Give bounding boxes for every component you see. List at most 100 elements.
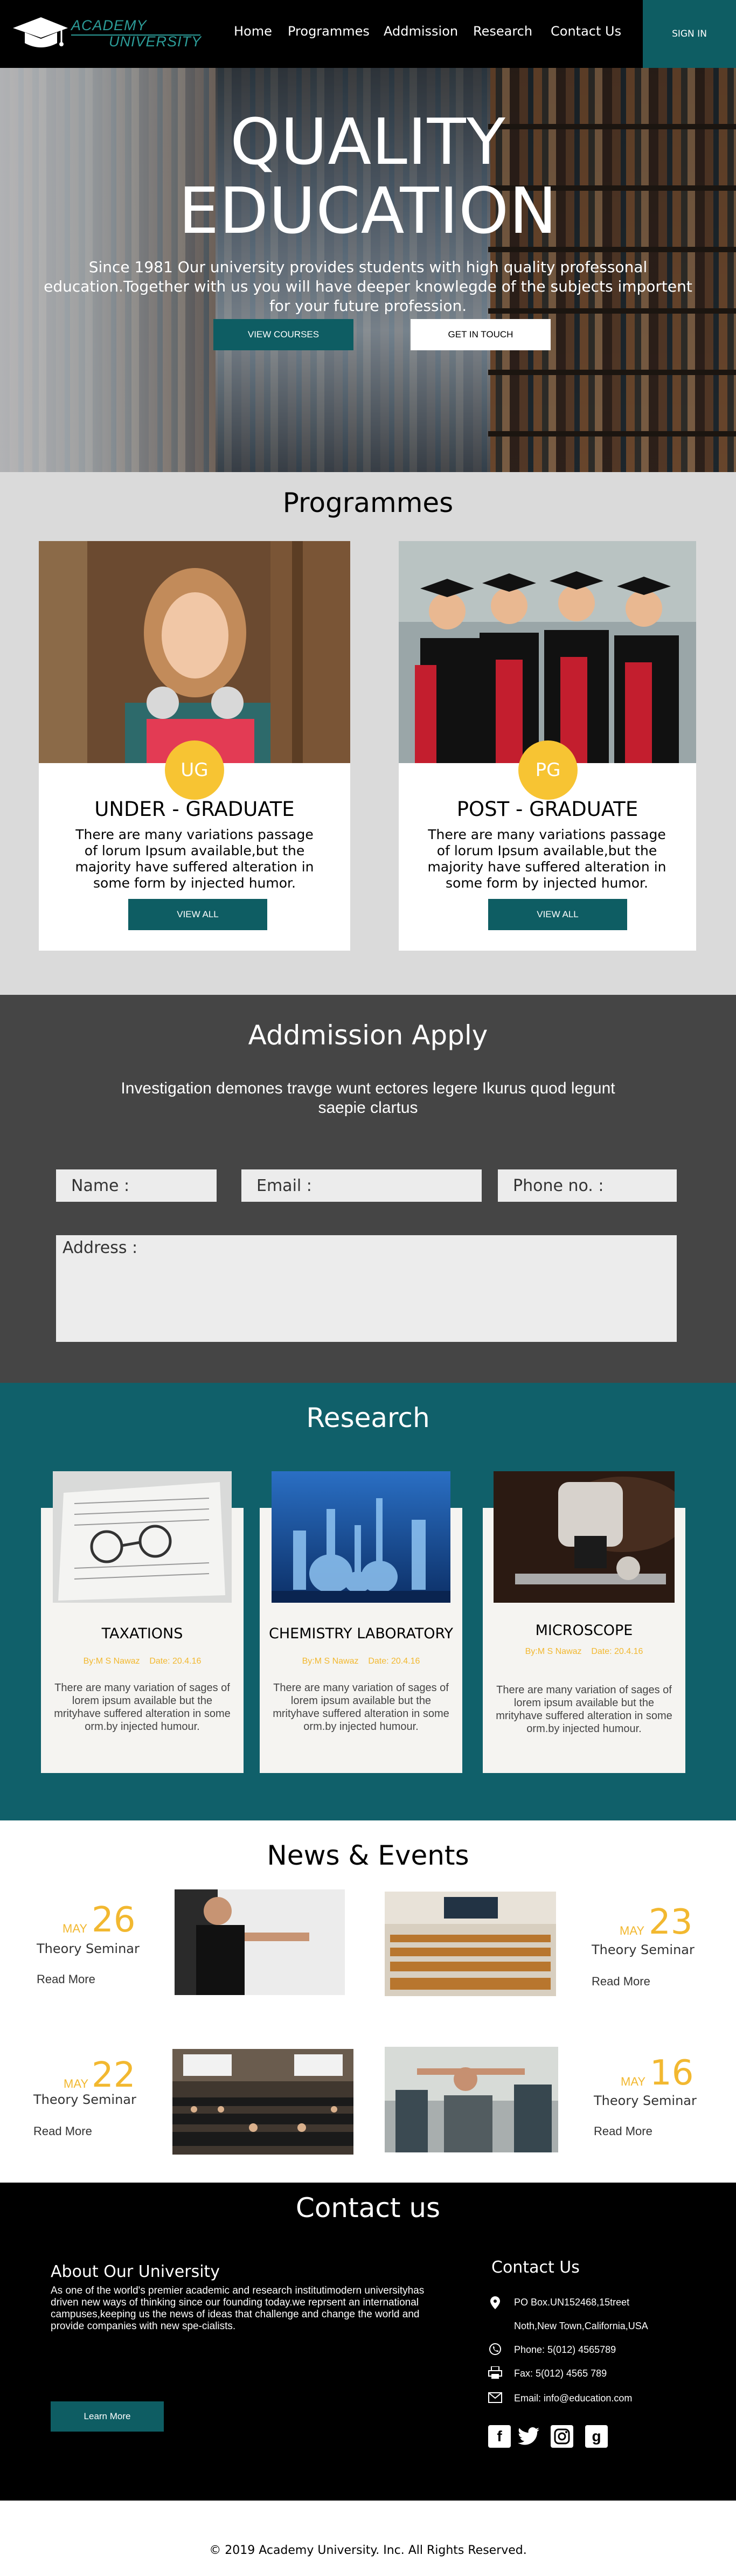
hero-banner: QUALITY EDUCATION Since 1981 Our univers… xyxy=(0,68,736,472)
contact-title: Contact us xyxy=(295,2192,441,2224)
news-date: MAY 22 xyxy=(38,2055,136,2095)
programmes-title: Programmes xyxy=(282,487,454,518)
research-title: Research xyxy=(306,1402,430,1434)
instagram-icon[interactable] xyxy=(551,2425,573,2448)
research-card-date: Date: 20.4.16 xyxy=(591,1647,643,1656)
get-in-touch-button[interactable]: GET IN TOUCH xyxy=(411,319,551,350)
research-card-date: Date: 20.4.16 xyxy=(149,1657,202,1666)
admission-title: Addmission Apply xyxy=(248,1020,488,1051)
view-all-ug-button[interactable]: VIEW ALL xyxy=(128,899,267,930)
news-month: MAY xyxy=(64,2077,89,2090)
chemistry-photo xyxy=(272,1471,450,1603)
contact-section: Contact us About Our University As one o… xyxy=(0,2183,736,2501)
programme-title: UNDER - GRADUATE xyxy=(94,798,295,821)
nav-contact[interactable]: Contact Us xyxy=(551,24,621,39)
top-navbar: ACADEMY UNIVERSITY Home Programmes Addmi… xyxy=(0,0,736,68)
teamwork-photo[interactable] xyxy=(385,2047,558,2152)
name-field[interactable] xyxy=(56,1169,217,1202)
phone-field[interactable] xyxy=(498,1169,677,1202)
contact-us-title: Contact Us xyxy=(491,2258,580,2277)
research-card-text: There are many variation of sages of lor… xyxy=(273,1682,449,1733)
location-pin-icon xyxy=(488,2296,502,2310)
view-all-pg-button[interactable]: VIEW ALL xyxy=(488,899,627,930)
nav-home[interactable]: Home xyxy=(234,24,272,39)
admission-section: Addmission Apply Investigation demones t… xyxy=(0,995,736,1383)
hero-title-line2: EDUCATION xyxy=(178,174,558,248)
pg-badge: PG xyxy=(518,740,578,800)
research-card-meta: By:M S Nawaz Date: 20.4.16 xyxy=(41,1657,244,1666)
fax-icon xyxy=(488,2366,502,2380)
research-card-text: There are many variation of sages of lor… xyxy=(54,1682,231,1733)
email-icon xyxy=(488,2391,502,2405)
sign-in-button[interactable]: SIGN IN xyxy=(643,0,736,68)
nav-programmes[interactable]: Programmes xyxy=(288,24,370,39)
phone-icon xyxy=(488,2342,502,2356)
read-more-link[interactable]: Read More xyxy=(37,1972,95,1986)
contact-address-line1: PO Box.UN152468,15treet xyxy=(514,2297,630,2308)
news-day: 26 xyxy=(92,1900,136,1940)
research-card-microscope: MICROSCOPE By:M S Nawaz Date: 20.4.16 Th… xyxy=(483,1471,685,1773)
news-month: MAY xyxy=(620,1924,645,1937)
about-title: About Our University xyxy=(51,2262,220,2281)
taxation-photo xyxy=(53,1471,232,1603)
research-section: Research TAXATIONS By:M S Nawaz Date: 20… xyxy=(0,1383,736,1820)
hero-subtitle: Since 1981 Our university provides stude… xyxy=(44,258,692,315)
logo-text-academy: ACADEMY xyxy=(71,17,147,33)
microscope-photo xyxy=(494,1471,675,1603)
research-card-author: By:M S Nawaz xyxy=(525,1647,582,1656)
logo[interactable]: ACADEMY UNIVERSITY xyxy=(12,13,206,56)
news-date: MAY 16 xyxy=(600,2053,697,2093)
research-card-title: TAXATIONS xyxy=(101,1625,183,1642)
contact-phone: Phone: 5(012) 4565789 xyxy=(514,2344,616,2355)
copyright-text: © 2019 Academy University. Inc. All Righ… xyxy=(209,2544,527,2557)
twitter-icon[interactable] xyxy=(517,2425,540,2448)
graduation-cap-icon xyxy=(13,17,68,47)
hero-title-line1: QUALITY xyxy=(230,105,506,179)
news-month: MAY xyxy=(63,1922,88,1935)
research-card-meta: By:M S Nawaz Date: 20.4.16 xyxy=(260,1657,462,1666)
research-card-chemistry: CHEMISTRY LABORATORY By:M S Nawaz Date: … xyxy=(260,1471,462,1773)
google-icon[interactable]: g xyxy=(585,2425,608,2448)
auditorium-photo[interactable] xyxy=(172,2049,353,2155)
news-events-section: News & Events MAY 26 Theory Seminar Read… xyxy=(0,1820,736,2183)
news-day: 23 xyxy=(649,1902,693,1942)
lecture-hall-photo[interactable] xyxy=(385,1892,556,1996)
programme-description: There are many variations passage of lor… xyxy=(427,827,666,891)
programme-title: POST - GRADUATE xyxy=(456,798,638,821)
graduates-photo xyxy=(399,541,696,763)
research-card-title: MICROSCOPE xyxy=(535,1622,633,1639)
programmes-section: Programmes UG UNDER - GRADUATE There are… xyxy=(0,472,736,995)
news-date: MAY 26 xyxy=(42,1900,139,1940)
research-card-date: Date: 20.4.16 xyxy=(368,1657,420,1666)
news-day: 22 xyxy=(92,2055,136,2095)
news-month: MAY xyxy=(621,2075,646,2088)
news-day: 16 xyxy=(650,2053,694,2093)
student-photo xyxy=(39,541,350,763)
read-more-link[interactable]: Read More xyxy=(594,2124,652,2138)
address-field[interactable] xyxy=(56,1235,677,1342)
seminar-speaker-photo[interactable] xyxy=(175,1889,345,1995)
ug-badge: UG xyxy=(165,740,224,800)
about-text: As one of the world's premier academic a… xyxy=(51,2285,425,2332)
news-date: MAY 23 xyxy=(597,1902,694,1942)
research-card-taxations: TAXATIONS By:M S Nawaz Date: 20.4.16 The… xyxy=(41,1471,244,1773)
nav-research[interactable]: Research xyxy=(473,24,532,39)
contact-email: Email: info@education.com xyxy=(514,2393,633,2404)
news-item-title: Theory Seminar xyxy=(594,2093,697,2108)
programme-card-pg: PG POST - GRADUATE There are many variat… xyxy=(399,541,696,951)
news-item-title: Theory Seminar xyxy=(592,1942,695,1957)
facebook-icon[interactable]: f xyxy=(488,2425,511,2448)
news-title: News & Events xyxy=(267,1840,469,1871)
research-card-title: CHEMISTRY LABORATORY xyxy=(269,1625,453,1642)
contact-fax: Fax: 5(012) 4565 789 xyxy=(514,2368,607,2379)
email-field[interactable] xyxy=(241,1169,482,1202)
research-card-text: There are many variation of sages of lor… xyxy=(496,1684,672,1735)
programme-description: There are many variations passage of lor… xyxy=(75,827,314,891)
research-card-author: By:M S Nawaz xyxy=(83,1657,140,1666)
nav-admission[interactable]: Addmission xyxy=(384,24,458,39)
read-more-link[interactable]: Read More xyxy=(592,1975,650,1989)
read-more-link[interactable]: Read More xyxy=(33,2124,92,2138)
view-courses-button[interactable]: VIEW COURSES xyxy=(213,319,353,350)
learn-more-button[interactable]: Learn More xyxy=(51,2401,164,2432)
programme-card-ug: UG UNDER - GRADUATE There are many varia… xyxy=(39,541,350,951)
